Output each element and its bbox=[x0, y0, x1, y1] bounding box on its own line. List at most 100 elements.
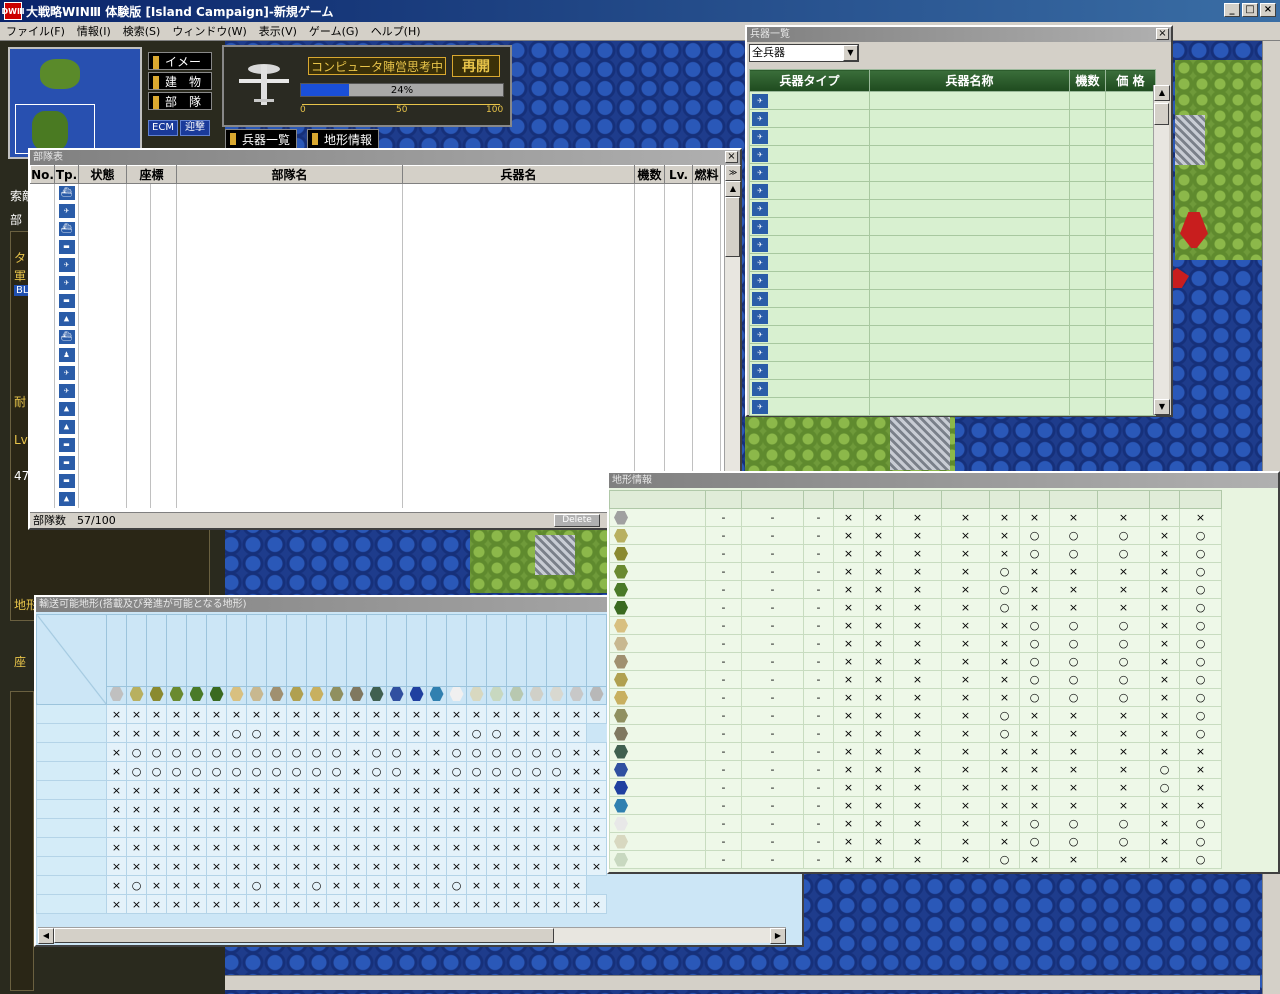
terrain-col-header[interactable] bbox=[146, 614, 167, 687]
tab-weapon-list[interactable]: 兵器一覧 bbox=[225, 129, 298, 150]
col-header[interactable]: 機数 bbox=[1069, 69, 1106, 92]
table-row[interactable]: ▬ bbox=[30, 237, 721, 256]
table-row[interactable]: × ○ ○ ○ ○ ○ ○ ○ ○ ○ ○ ○ × ○ ○ × × ○ ○ ○ ○ ○ ○ × × bbox=[36, 761, 607, 781]
table-row[interactable]: ✈ bbox=[749, 163, 1156, 182]
table-row[interactable]: ♟ bbox=[30, 345, 721, 364]
transport-hscrollbar[interactable]: ◀ ▶ bbox=[38, 927, 786, 944]
minimap-viewport[interactable] bbox=[15, 104, 95, 154]
table-row[interactable]: - - - × × × × × × × × × × bbox=[609, 508, 1222, 527]
menu-search[interactable]: 検索(S) bbox=[117, 23, 167, 39]
col-header[interactable] bbox=[1049, 490, 1098, 509]
terrain-col-header[interactable] bbox=[226, 614, 247, 687]
col-header[interactable]: 部隊名 bbox=[176, 165, 403, 184]
table-row[interactable]: ▬ bbox=[30, 291, 721, 310]
table-row[interactable]: × × × × × × × × × × × × × × × × × × × × × × × × × bbox=[36, 780, 607, 800]
table-row[interactable]: ✈ bbox=[749, 235, 1156, 254]
table-row[interactable]: ✈ bbox=[30, 363, 721, 382]
window-titlebar[interactable]: 兵器一覧 × bbox=[747, 27, 1171, 42]
table-row[interactable]: ▲ bbox=[30, 399, 721, 418]
col-header[interactable]: 兵器名 bbox=[402, 165, 635, 184]
ecm-button[interactable]: ECM bbox=[148, 120, 178, 136]
table-row[interactable]: ▲ bbox=[30, 417, 721, 436]
minimap[interactable] bbox=[8, 47, 142, 159]
col-header[interactable]: 燃料 bbox=[692, 165, 721, 184]
terrain-col-header[interactable] bbox=[586, 614, 607, 687]
table-row[interactable]: ▲ bbox=[30, 309, 721, 328]
col-header[interactable]: Lv. bbox=[664, 165, 693, 184]
table-row[interactable]: ⛴ bbox=[30, 219, 721, 238]
table-row[interactable]: ✈ bbox=[749, 325, 1156, 344]
col-header[interactable]: 価 格 bbox=[1105, 69, 1156, 92]
col-header[interactable]: No. bbox=[30, 165, 55, 184]
table-row[interactable]: - - - × × × × × ○ ○ ○ × ○ bbox=[609, 526, 1222, 545]
terrain-col-header[interactable] bbox=[426, 614, 447, 687]
col-header[interactable] bbox=[609, 490, 706, 509]
scroll-down-icon[interactable]: ▼ bbox=[1154, 399, 1170, 415]
terrain-col-header[interactable] bbox=[126, 614, 147, 687]
table-row[interactable]: ✈ bbox=[749, 361, 1156, 380]
table-row[interactable]: - - - × × × × × × × × ○ × bbox=[609, 760, 1222, 779]
table-row[interactable]: × ○ × × × × × ○ × × ○ × × × × × × ○ × × × × × × bbox=[36, 875, 607, 895]
menu-window[interactable]: ウィンドウ(W) bbox=[166, 23, 252, 39]
table-row[interactable]: ✈ bbox=[30, 381, 721, 400]
col-header[interactable] bbox=[1149, 490, 1180, 509]
terrain-col-header[interactable] bbox=[526, 614, 547, 687]
scroll-thumb[interactable] bbox=[1154, 103, 1169, 125]
table-row[interactable]: × × × × × × × × × × × × × × × × × × × × × × × × × bbox=[36, 894, 607, 914]
chevron-down-icon[interactable]: ▼ bbox=[843, 45, 858, 61]
close-icon[interactable]: × bbox=[725, 151, 738, 163]
table-row[interactable]: - - - × × × × ○ × × × × ○ bbox=[609, 706, 1222, 725]
col-header[interactable] bbox=[833, 490, 864, 509]
table-row[interactable]: - - - × × × × × ○ ○ ○ × ○ bbox=[609, 544, 1222, 563]
scroll-up-icon[interactable]: ▲ bbox=[725, 181, 741, 197]
table-row[interactable]: - - - × × × × × ○ ○ ○ × ○ bbox=[609, 652, 1222, 671]
terrain-col-header[interactable] bbox=[286, 614, 307, 687]
col-header[interactable]: 機数 bbox=[634, 165, 665, 184]
terrain-col-header[interactable] bbox=[466, 614, 487, 687]
terrain-col-header[interactable] bbox=[306, 614, 327, 687]
table-row[interactable]: ✈ bbox=[749, 217, 1156, 236]
unit-scrollbar[interactable]: ≫ ▲ bbox=[724, 165, 741, 512]
terrain-col-header[interactable] bbox=[206, 614, 227, 687]
table-row[interactable]: - - - × × × × × ○ ○ ○ × ○ bbox=[609, 616, 1222, 635]
terrain-col-header[interactable] bbox=[546, 614, 567, 687]
table-row[interactable]: ✈ bbox=[30, 273, 721, 292]
table-row[interactable]: × × × × × × × × × × × × × × × × × × × × × × × × × bbox=[36, 799, 607, 819]
menu-help[interactable]: ヘルプ(H) bbox=[365, 23, 427, 39]
scroll-thumb[interactable] bbox=[54, 928, 554, 943]
close-icon[interactable]: × bbox=[1156, 28, 1169, 40]
table-row[interactable]: ✈ bbox=[749, 289, 1156, 308]
table-row[interactable]: ✈ bbox=[749, 343, 1156, 362]
terrain-col-header[interactable] bbox=[566, 614, 587, 687]
terrain-col-header[interactable] bbox=[486, 614, 507, 687]
table-row[interactable]: × × × × × × × × × × × × × × × × × × × × × × × × × bbox=[36, 818, 607, 838]
table-row[interactable]: - - - × × × × × ○ ○ ○ × ○ bbox=[609, 670, 1222, 689]
terrain-col-header[interactable] bbox=[186, 614, 207, 687]
table-row[interactable]: - - - × × × × ○ × × × × ○ bbox=[609, 580, 1222, 599]
col-header[interactable]: 兵器名称 bbox=[869, 69, 1070, 92]
col-header[interactable]: 座標 bbox=[126, 165, 177, 184]
col-header[interactable] bbox=[1097, 490, 1150, 509]
col-header[interactable]: 兵器タイプ bbox=[749, 69, 870, 92]
building-button[interactable]: 建 物 bbox=[148, 72, 212, 90]
menu-info[interactable]: 情報(I) bbox=[71, 23, 117, 39]
col-header[interactable] bbox=[741, 490, 804, 509]
delete-button[interactable]: Delete bbox=[554, 514, 600, 527]
table-row[interactable]: - - - × × × × ○ × × × × ○ bbox=[609, 850, 1222, 869]
table-row[interactable]: - - - × × × × ○ × × × × ○ bbox=[609, 724, 1222, 743]
col-header[interactable] bbox=[705, 490, 742, 509]
window-titlebar[interactable]: 地形情報 bbox=[609, 473, 1278, 488]
terrain-col-header[interactable] bbox=[446, 614, 467, 687]
col-header[interactable] bbox=[1179, 490, 1222, 509]
table-row[interactable]: ✈ bbox=[749, 109, 1156, 128]
terrain-col-header[interactable] bbox=[266, 614, 287, 687]
terrain-col-header[interactable] bbox=[106, 614, 127, 687]
table-row[interactable]: × × × × × × ○ ○ × × × × × × × × × × ○ ○ × × × × bbox=[36, 723, 607, 743]
table-row[interactable]: ✈ bbox=[749, 91, 1156, 110]
table-row[interactable]: × × × × × × × × × × × × × × × × × × × × × × × × × bbox=[36, 837, 607, 857]
intercept-button[interactable]: 迎撃 bbox=[180, 120, 210, 136]
col-header[interactable]: Tp. bbox=[54, 165, 79, 184]
map-hscrollbar[interactable] bbox=[225, 975, 1260, 990]
table-row[interactable]: ✈ bbox=[749, 145, 1156, 164]
col-header[interactable] bbox=[863, 490, 894, 509]
